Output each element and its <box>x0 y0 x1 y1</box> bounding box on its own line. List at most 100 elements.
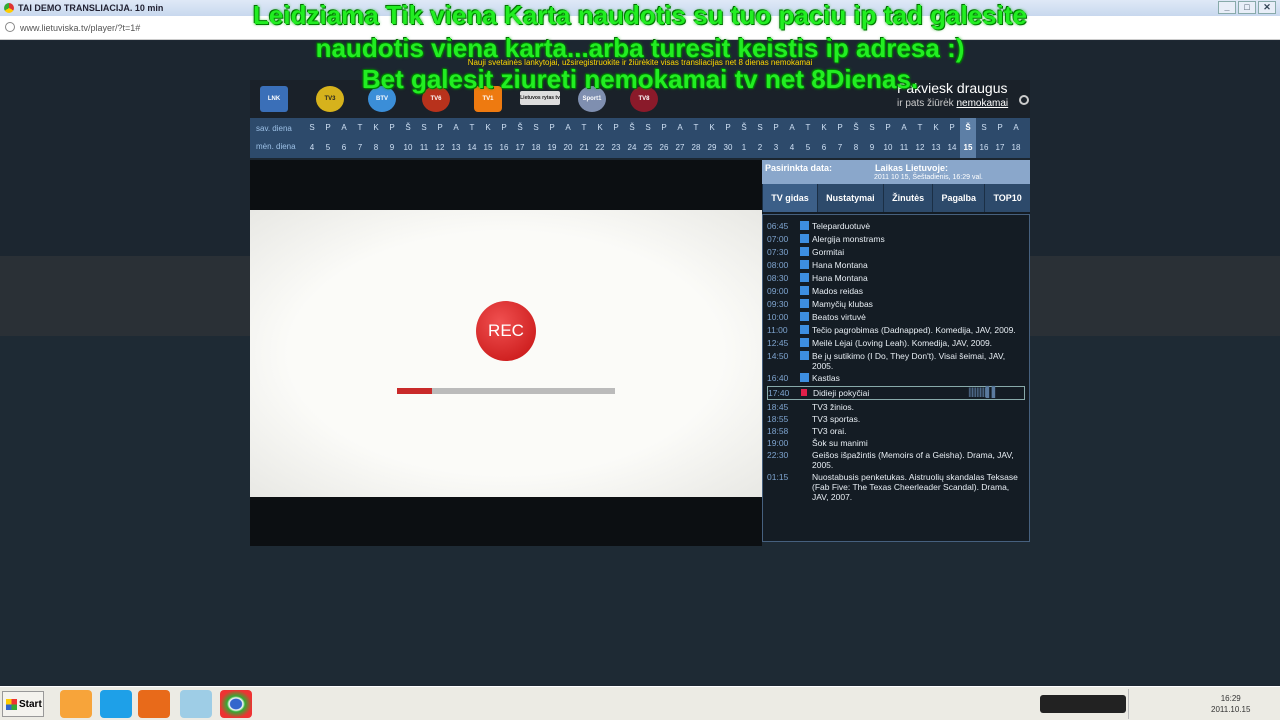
chrome-icon[interactable] <box>220 690 252 718</box>
weekday-cell[interactable]: P <box>656 118 672 138</box>
weekday-cell[interactable]: P <box>832 118 848 138</box>
weekday-cell[interactable]: A <box>896 118 912 138</box>
day-cell[interactable]: 7 <box>352 138 368 158</box>
weekday-cell[interactable]: P <box>320 118 336 138</box>
day-cell[interactable]: 18 <box>1008 138 1024 158</box>
day-cell[interactable]: 23 <box>608 138 624 158</box>
day-cell[interactable]: 2 <box>752 138 768 158</box>
weekday-cell[interactable]: T <box>464 118 480 138</box>
day-cell[interactable]: 17 <box>992 138 1008 158</box>
day-cell[interactable]: 30 <box>720 138 736 158</box>
weekday-cell[interactable]: K <box>592 118 608 138</box>
day-cell[interactable]: 26 <box>656 138 672 158</box>
weekday-cell[interactable]: Š <box>624 118 640 138</box>
weekday-cell[interactable]: Š <box>400 118 416 138</box>
day-cell[interactable]: 6 <box>816 138 832 158</box>
weekday-cell[interactable]: A <box>560 118 576 138</box>
day-cell[interactable]: 11 <box>416 138 432 158</box>
day-cell[interactable]: 19 <box>544 138 560 158</box>
day-cell[interactable]: 13 <box>928 138 944 158</box>
weekday-cell[interactable]: P <box>384 118 400 138</box>
weekday-cell[interactable]: A <box>1008 118 1024 138</box>
day-cell[interactable]: 25 <box>640 138 656 158</box>
weekday-cell[interactable]: S <box>752 118 768 138</box>
day-cell[interactable]: 28 <box>688 138 704 158</box>
day-cell[interactable]: 9 <box>384 138 400 158</box>
guide-row[interactable]: 18:58 TV3 orai. <box>767 426 1025 436</box>
tab-nustatymai[interactable]: Nustatymai <box>816 184 883 212</box>
day-cell[interactable]: 8 <box>848 138 864 158</box>
weekday-cell[interactable]: T <box>352 118 368 138</box>
start-button[interactable]: Start <box>2 691 44 717</box>
weekday-cell[interactable]: P <box>608 118 624 138</box>
record-icon[interactable] <box>800 312 809 321</box>
weekday-cell[interactable]: S <box>976 118 992 138</box>
day-cell[interactable]: 6 <box>336 138 352 158</box>
weekday-cell[interactable]: K <box>368 118 384 138</box>
weekday-cell[interactable]: K <box>928 118 944 138</box>
weekday-cell[interactable]: A <box>784 118 800 138</box>
day-cell[interactable]: 8 <box>368 138 384 158</box>
record-icon[interactable] <box>800 260 809 269</box>
record-icon[interactable] <box>800 351 809 360</box>
weekday-cell[interactable]: K <box>816 118 832 138</box>
day-cell[interactable]: 7 <box>832 138 848 158</box>
weekday-cell[interactable]: S <box>640 118 656 138</box>
weekday-cell[interactable]: P <box>544 118 560 138</box>
weekday-cell[interactable]: A <box>672 118 688 138</box>
day-cell[interactable]: 27 <box>672 138 688 158</box>
day-cell[interactable]: 15 <box>480 138 496 158</box>
record-icon[interactable] <box>800 338 809 347</box>
settings-gear-icon[interactable] <box>1019 95 1029 105</box>
weekday-cell[interactable]: T <box>688 118 704 138</box>
guide-row[interactable]: 16:40 Kastlas <box>767 373 1025 384</box>
day-cell[interactable]: 15 <box>960 138 976 158</box>
weekday-cell[interactable]: P <box>992 118 1008 138</box>
day-cell[interactable]: 18 <box>528 138 544 158</box>
guide-row[interactable]: 10:00 Beatos virtuvė <box>767 312 1025 323</box>
guide-row[interactable]: 08:00 Hana Montana <box>767 260 1025 271</box>
weekday-cell[interactable]: Š <box>848 118 864 138</box>
day-cell[interactable]: 11 <box>896 138 912 158</box>
firefox-icon[interactable] <box>138 690 170 718</box>
weekday-cell[interactable]: P <box>880 118 896 138</box>
day-cell[interactable]: 17 <box>512 138 528 158</box>
day-cell[interactable]: 10 <box>880 138 896 158</box>
tab-top10[interactable]: TOP10 <box>984 184 1030 212</box>
record-icon[interactable] <box>800 299 809 308</box>
weekday-cell[interactable]: T <box>912 118 928 138</box>
guide-row[interactable]: 09:30 Mamyčių klubas <box>767 299 1025 310</box>
day-cell[interactable]: 5 <box>320 138 336 158</box>
weekday-cell[interactable]: T <box>576 118 592 138</box>
day-cell[interactable]: 14 <box>464 138 480 158</box>
day-cell[interactable]: 3 <box>768 138 784 158</box>
guide-row[interactable]: 01:15 Nuostabusis penketukas. Aistruolių … <box>767 472 1025 502</box>
weekday-cell[interactable]: Š <box>512 118 528 138</box>
day-cell[interactable]: 5 <box>800 138 816 158</box>
record-icon[interactable] <box>800 247 809 256</box>
guide-row[interactable]: 19:00 Šok su manimi <box>767 438 1025 448</box>
day-cell[interactable]: 9 <box>864 138 880 158</box>
day-cell[interactable]: 4 <box>304 138 320 158</box>
weekday-cell[interactable]: S <box>528 118 544 138</box>
day-cell[interactable]: 22 <box>592 138 608 158</box>
day-cell[interactable]: 4 <box>784 138 800 158</box>
record-icon[interactable] <box>800 234 809 243</box>
day-cell[interactable]: 10 <box>400 138 416 158</box>
weekday-cell[interactable]: S <box>864 118 880 138</box>
weekday-cell[interactable]: A <box>448 118 464 138</box>
day-cell[interactable]: 12 <box>912 138 928 158</box>
record-icon[interactable] <box>800 221 809 230</box>
record-icon[interactable] <box>800 325 809 334</box>
day-cell[interactable]: 29 <box>704 138 720 158</box>
weekday-cell[interactable]: Š <box>736 118 752 138</box>
record-icon[interactable] <box>800 286 809 295</box>
notepad-icon[interactable] <box>180 690 212 718</box>
guide-row[interactable]: 17:40 Didieji pokyčiai |||||||||||▌▌ <box>767 386 1025 400</box>
day-cell[interactable]: 1 <box>736 138 752 158</box>
guide-row[interactable]: 18:45 TV3 žinios. <box>767 402 1025 412</box>
day-cell[interactable]: 12 <box>432 138 448 158</box>
day-cell[interactable]: 20 <box>560 138 576 158</box>
weekday-cell[interactable]: P <box>768 118 784 138</box>
record-icon[interactable] <box>800 273 809 282</box>
